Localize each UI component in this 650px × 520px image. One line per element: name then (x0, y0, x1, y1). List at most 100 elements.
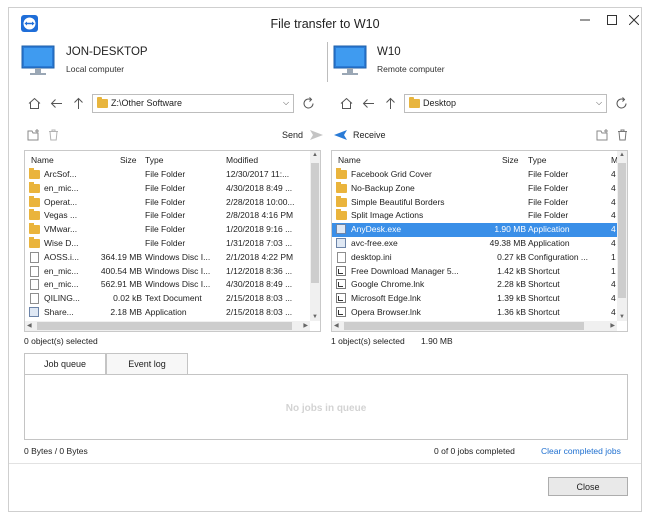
remote-horizontal-scrollbar[interactable]: ◀ ▶ (332, 321, 617, 331)
clear-completed-jobs-link[interactable]: Clear completed jobs (541, 446, 621, 456)
file-size: 49.38 MB (489, 238, 526, 248)
close-window-button[interactable] (619, 8, 649, 32)
file-row[interactable]: en_mic... File Folder 4/30/2018 8:49 ... (25, 181, 320, 196)
file-modified: 4 (611, 238, 616, 248)
file-type: Shortcut (528, 293, 560, 304)
file-row[interactable]: Simple Beautiful Borders File Folder 4 (332, 195, 627, 210)
column-modified[interactable]: Modified (226, 155, 258, 165)
file-row[interactable]: en_mic... 562.91 MB Windows Disc I... 4/30/… (25, 278, 320, 292)
local-file-list[interactable]: Name Size Type Modified ArcSof... File Fo… (24, 150, 321, 332)
file-row[interactable]: Microsoft Edge.lnk 1.39 kB Shortcut 4 (332, 292, 627, 306)
chevron-down-icon[interactable]: ⌵ (279, 98, 293, 108)
refresh-icon[interactable] (300, 95, 316, 111)
file-type: Application (528, 238, 570, 248)
scroll-up-icon[interactable]: ▲ (619, 152, 625, 158)
send-button[interactable]: Send (282, 130, 303, 140)
scroll-right-icon[interactable]: ▶ (610, 322, 615, 329)
scroll-thumb[interactable] (37, 322, 292, 330)
file-row[interactable]: Opera Browser.lnk 1.36 kB Shortcut 4 (332, 306, 627, 320)
scroll-right-icon[interactable]: ▶ (303, 322, 308, 329)
file-row[interactable]: Operat... File Folder 2/28/2018 10:00... (25, 195, 320, 210)
scroll-thumb[interactable] (311, 163, 319, 283)
file-row[interactable]: AOSS.i... 364.19 MB Windows Disc I... 2/1/2… (25, 251, 320, 265)
file-icon (30, 293, 39, 305)
scroll-thumb[interactable] (344, 322, 584, 330)
new-folder-icon[interactable] (26, 128, 40, 142)
folder-icon (29, 209, 40, 221)
remote-path-combo[interactable]: Desktop ⌵ (404, 93, 607, 113)
home-icon[interactable] (338, 95, 354, 111)
file-row[interactable]: en_mic... 400.54 MB Windows Disc I... 1/12/… (25, 265, 320, 279)
close-button[interactable]: Close (548, 477, 628, 496)
file-row[interactable]: Vegas ... File Folder 2/8/2018 4:16 PM (25, 209, 320, 223)
file-modified: 4 (611, 224, 616, 235)
receive-arrow-icon[interactable] (332, 128, 348, 142)
file-row[interactable]: No-Backup Zone File Folder 4 (332, 181, 627, 196)
file-row[interactable]: Google Chrome.lnk 2.28 kB Shortcut 4 (332, 278, 627, 292)
file-modified: 4 (611, 182, 616, 193)
local-vertical-scrollbar[interactable]: ▲ ▼ (310, 151, 320, 321)
back-arrow-icon[interactable] (360, 95, 376, 111)
column-type[interactable]: Type (528, 155, 546, 165)
file-name: Facebook Grid Cover (351, 169, 432, 179)
file-size: 1.39 kB (497, 293, 526, 304)
file-name: Share... (44, 307, 74, 317)
folder-icon (336, 181, 347, 193)
delete-icon[interactable] (615, 128, 629, 142)
file-row[interactable]: Wise D... File Folder 1/31/2018 7:03 ... (25, 237, 320, 251)
file-size: 0.27 kB (497, 251, 526, 262)
file-row[interactable]: avc-free.exe 49.38 MB Application 4 (332, 237, 627, 251)
local-horizontal-scrollbar[interactable]: ◀ ▶ (25, 321, 310, 331)
receive-button[interactable]: Receive (353, 130, 386, 140)
home-icon[interactable] (26, 95, 42, 111)
file-row[interactable]: Free Download Manager 5... 1.42 kB Shortcu… (332, 265, 627, 279)
file-row[interactable]: VMwar... File Folder 1/20/2018 9:16 ... (25, 223, 320, 237)
jobs-completed-count: 0 of 0 jobs completed (434, 446, 515, 456)
file-row[interactable]: Share... 2.18 MB Application 2/15/2018 8:03… (25, 306, 320, 320)
remote-vertical-scrollbar[interactable]: ▲ ▼ (617, 151, 627, 321)
file-row[interactable]: ArcSof... File Folder 12/30/2017 11:... (25, 168, 320, 182)
file-row[interactable]: Split Image Actions File Folder 4 (332, 209, 627, 223)
file-type: Windows Disc I... (145, 279, 211, 290)
file-modified: 2/15/2018 8:03 ... (226, 307, 293, 317)
file-row[interactable]: desktop.ini 0.27 kB Configuration ... 1 (332, 251, 627, 265)
scroll-left-icon[interactable]: ◀ (334, 322, 339, 329)
scroll-up-icon[interactable]: ▲ (312, 152, 318, 158)
remote-file-list[interactable]: Name Size Type M Facebook Grid Cover File… (331, 150, 628, 332)
column-name[interactable]: Name (31, 155, 54, 165)
chevron-down-icon[interactable]: ⌵ (592, 98, 606, 108)
remote-action-row: Receive (332, 126, 629, 144)
column-name[interactable]: Name (338, 155, 361, 165)
file-type: File Folder (145, 196, 186, 207)
delete-icon[interactable] (46, 128, 60, 142)
scroll-down-icon[interactable]: ▼ (619, 314, 625, 320)
local-path-combo[interactable]: Z:\Other Software ⌵ (92, 93, 294, 113)
file-size: 2.28 kB (497, 279, 526, 290)
folder-icon (97, 96, 108, 108)
remote-path-text: Desktop (423, 98, 457, 108)
column-size[interactable]: Size (120, 155, 137, 165)
send-arrow-icon[interactable] (308, 128, 324, 142)
back-arrow-icon[interactable] (48, 95, 64, 111)
file-type: File Folder (528, 169, 569, 179)
column-size[interactable]: Size (502, 155, 519, 165)
refresh-icon[interactable] (613, 95, 629, 111)
tab-job-queue[interactable]: Job queue (24, 353, 106, 374)
scroll-thumb[interactable] (618, 163, 626, 298)
file-row[interactable]: Facebook Grid Cover File Folder 4 (332, 168, 627, 182)
scroll-left-icon[interactable]: ◀ (27, 322, 32, 329)
minimize-button[interactable] (570, 8, 600, 32)
up-arrow-icon[interactable] (382, 95, 398, 111)
file-size: 1.36 kB (497, 307, 526, 317)
file-modified: 4/30/2018 8:49 ... (226, 182, 293, 193)
title-bar: File transfer to W10 (9, 8, 641, 40)
scroll-down-icon[interactable]: ▼ (312, 314, 318, 320)
file-row[interactable]: AnyDesk.exe 1.90 MB Application 4 (332, 223, 627, 237)
up-arrow-icon[interactable] (70, 95, 86, 111)
monitor-icon (21, 45, 55, 79)
folder-icon (336, 195, 347, 207)
column-type[interactable]: Type (145, 155, 163, 165)
tab-event-log[interactable]: Event log (106, 353, 188, 374)
file-row[interactable]: QILING... 0.02 kB Text Document 2/15/2018 8… (25, 292, 320, 306)
new-folder-icon[interactable] (595, 128, 609, 142)
